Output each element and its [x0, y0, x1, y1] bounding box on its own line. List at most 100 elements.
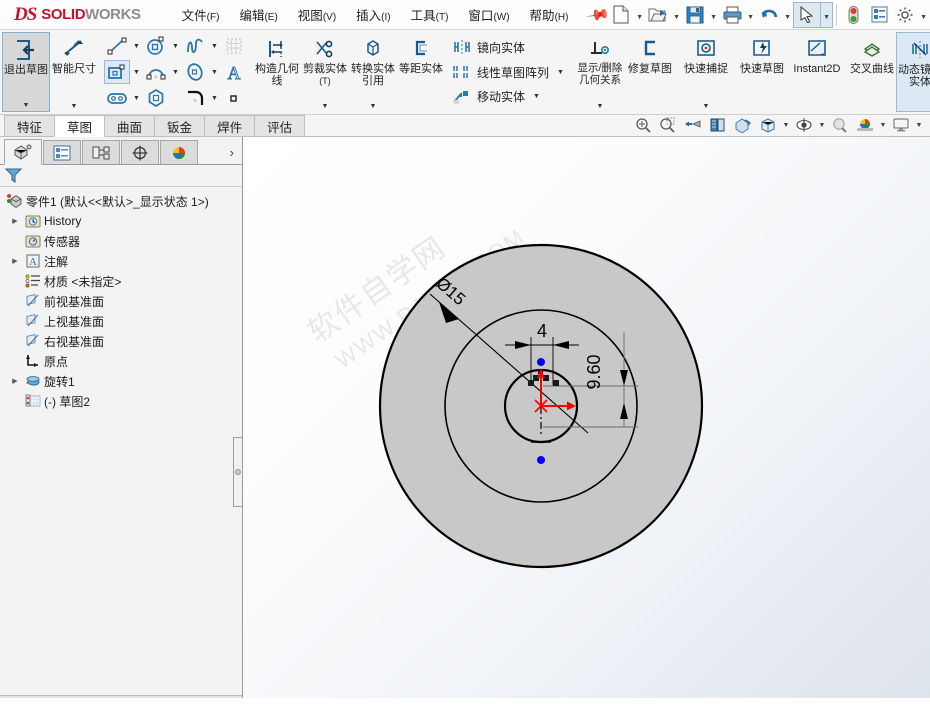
polygon-caret[interactable] — [169, 86, 182, 110]
hide-show-items-caret[interactable]: ▼ — [817, 114, 827, 136]
smart-dimension-caret[interactable]: ▼ — [71, 103, 78, 112]
rectangle-icon[interactable] — [104, 60, 130, 84]
trim-entities-caret[interactable]: ▼ — [322, 103, 329, 112]
instant2d-button[interactable]: Instant2D — [786, 32, 848, 112]
display-manager-tab[interactable] — [160, 140, 198, 164]
save-icon[interactable] — [682, 1, 708, 29]
display-style-caret[interactable]: ▼ — [781, 114, 791, 136]
linear-sketch-pattern-caret[interactable]: ▼ — [557, 69, 564, 76]
configuration-manager-tab[interactable] — [82, 140, 120, 164]
print-caret[interactable]: ▼ — [745, 1, 756, 29]
surface-grid-icon[interactable] — [221, 34, 247, 58]
dynamic-mirror-button[interactable]: 动态镜向实体 — [895, 32, 930, 112]
spline-icon[interactable] — [182, 34, 208, 58]
linear-sketch-pattern-item[interactable]: 线性草图阵列 ▼ — [447, 60, 566, 85]
construction-geometry-button[interactable]: 构造几何线 — [253, 32, 301, 112]
gear-settings-icon[interactable] — [892, 1, 918, 29]
tree-node-front-plane[interactable]: 前视基准面 — [0, 291, 242, 311]
print-icon[interactable] — [719, 1, 745, 29]
circle-caret[interactable]: ▼ — [169, 34, 182, 58]
line-caret[interactable]: ▼ — [130, 34, 143, 58]
edit-appearance-icon[interactable] — [828, 114, 852, 136]
move-entities-item[interactable]: 移动实体 ▼ — [447, 84, 566, 109]
tab-weldments[interactable]: 焊件 — [204, 115, 256, 136]
open-document-icon[interactable] — [645, 1, 671, 29]
view-settings-caret[interactable]: ▼ — [914, 114, 924, 136]
select-cursor-group[interactable]: ▼ — [793, 1, 834, 29]
tree-node-history[interactable]: ▶ History — [0, 211, 242, 231]
section-view-icon[interactable] — [706, 114, 730, 136]
convert-entities-caret[interactable]: ▼ — [370, 103, 377, 112]
polygon-icon[interactable] — [143, 86, 169, 110]
tree-expander-history[interactable]: ▶ — [8, 217, 22, 225]
view-settings-icon[interactable] — [889, 114, 913, 136]
smart-dimension-button[interactable]: 智能尺寸 ▼ — [50, 32, 98, 112]
apply-scene-icon[interactable] — [853, 114, 877, 136]
tree-node-top-plane[interactable]: 上视基准面 — [0, 311, 242, 331]
exit-sketch-caret[interactable]: ▼ — [23, 102, 30, 111]
fillet-caret[interactable]: ▼ — [208, 86, 221, 110]
tree-node-part[interactable]: 零件1 (默认<<默认>_显示状态 1>) — [0, 191, 242, 211]
tree-node-sketch2[interactable]: (-) 草图2 — [0, 391, 242, 411]
move-entities-caret[interactable]: ▼ — [533, 93, 540, 100]
line-icon[interactable] — [104, 34, 130, 58]
tree-node-material[interactable]: 材质 <未指定> — [0, 271, 242, 291]
tab-evaluate[interactable]: 评估 — [254, 115, 306, 136]
feature-tree-filter-row[interactable] — [0, 165, 242, 187]
menu-edit[interactable]: 编辑(E) — [230, 0, 286, 29]
spline-caret[interactable]: ▼ — [208, 34, 221, 58]
ellipse-icon[interactable] — [182, 60, 208, 84]
rectangle-caret[interactable]: ▼ — [130, 60, 143, 84]
tree-expander-annotations[interactable]: ▶ — [8, 257, 22, 265]
display-delete-relations-button[interactable]: 显示/删除几何关系 ▼ — [574, 32, 626, 112]
menu-insert[interactable]: 插入(I) — [347, 0, 399, 29]
point-icon[interactable] — [221, 86, 247, 110]
exit-sketch-button[interactable]: 退出草图 ▼ — [2, 32, 50, 112]
undo-caret[interactable]: ▼ — [782, 1, 793, 29]
mirror-entities-item[interactable]: 镜向实体 — [447, 35, 566, 60]
chevron-right-icon[interactable]: › — [230, 145, 234, 164]
arc-caret[interactable]: ▼ — [169, 60, 182, 84]
tree-expander-revolve1[interactable]: ▶ — [8, 377, 22, 385]
sketch-point-bottom[interactable] — [537, 456, 545, 464]
gear-settings-caret[interactable]: ▼ — [918, 1, 929, 29]
tree-node-sensors[interactable]: 传感器 — [0, 231, 242, 251]
circle-icon[interactable] — [143, 34, 169, 58]
tree-node-right-plane[interactable]: 右视基准面 — [0, 331, 242, 351]
intersection-curve-button[interactable]: 交叉曲线 — [848, 32, 896, 112]
tab-sketch[interactable]: 草图 — [54, 115, 106, 137]
menu-view[interactable]: 视图(V) — [289, 0, 345, 29]
trim-entities-button[interactable]: 剪裁实体(T) ▼ — [301, 32, 349, 112]
tree-node-revolve1[interactable]: ▶ 旋转1 — [0, 371, 242, 391]
open-document-caret[interactable]: ▼ — [671, 1, 682, 29]
hide-show-items-icon[interactable] — [792, 114, 816, 136]
select-cursor-icon[interactable] — [794, 1, 820, 29]
save-caret[interactable]: ▼ — [708, 1, 719, 29]
view-orientation-icon[interactable] — [731, 114, 755, 136]
repair-sketch-button[interactable]: 修复草图 — [626, 32, 674, 112]
convert-entities-button[interactable]: 转换实体引用 ▼ — [349, 32, 397, 112]
text-icon[interactable]: A — [221, 60, 247, 84]
menu-help[interactable]: 帮助(H) — [521, 0, 578, 29]
tab-sheetmetal[interactable]: 钣金 — [154, 115, 206, 136]
select-cursor-caret[interactable]: ▼ — [821, 1, 832, 29]
quick-snaps-button[interactable]: 快速捕捉 ▼ — [682, 32, 730, 112]
tree-node-origin[interactable]: 原点 — [0, 351, 242, 371]
slot-icon[interactable] — [104, 86, 130, 110]
tab-features[interactable]: 特征 — [4, 115, 56, 136]
rebuild-icon[interactable] — [840, 1, 866, 29]
tree-node-annotations[interactable]: ▶ A 注解 — [0, 251, 242, 271]
arc-icon[interactable]: × — [143, 60, 169, 84]
dimxpert-manager-tab[interactable] — [121, 140, 159, 164]
new-document-icon[interactable] — [608, 1, 634, 29]
quick-snaps-caret[interactable]: ▼ — [702, 103, 709, 112]
menu-tools[interactable]: 工具(T) — [402, 0, 458, 29]
panel-splitter-handle[interactable] — [233, 437, 243, 507]
menu-file[interactable]: 文件(F) — [173, 0, 229, 29]
ellipse-caret[interactable]: ▼ — [208, 60, 221, 84]
sketch-canvas[interactable]: Ø15 4 9.60 — [243, 137, 930, 698]
rapid-sketch-button[interactable]: 快速草图 — [738, 32, 786, 112]
undo-icon[interactable] — [756, 1, 782, 29]
sketch-point-top[interactable] — [537, 358, 545, 366]
options-list-icon[interactable] — [866, 1, 892, 29]
